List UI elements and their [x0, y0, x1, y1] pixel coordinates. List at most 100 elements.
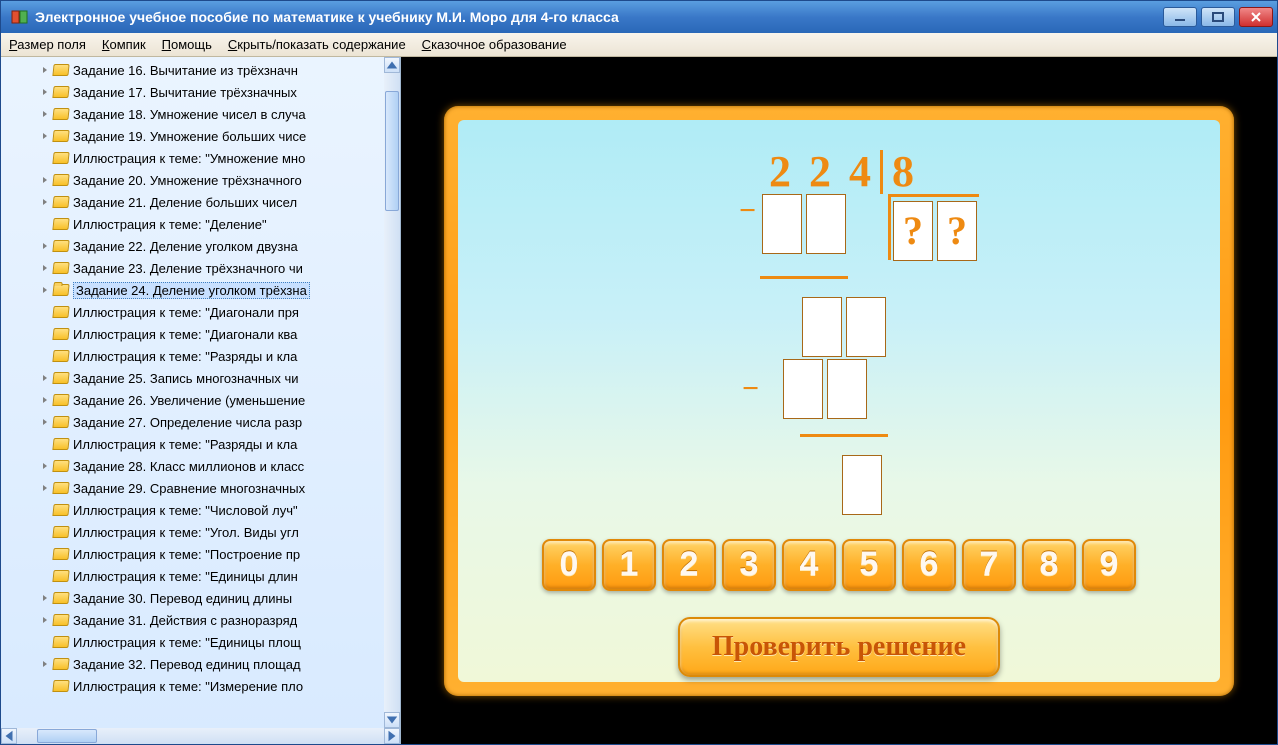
numpad-7[interactable]: 7: [962, 539, 1016, 591]
hscroll-track[interactable]: [17, 728, 384, 744]
tree-expand-arrow[interactable]: [39, 460, 51, 472]
tree-expand-arrow[interactable]: [39, 372, 51, 384]
tree-item[interactable]: Задание 31. Действия с разноразряд: [31, 609, 400, 631]
tree-expand-arrow[interactable]: [39, 416, 51, 428]
tree-item[interactable]: Задание 29. Сравнение многозначных: [31, 477, 400, 499]
tree-item[interactable]: Иллюстрация к теме: "Построение пр: [31, 543, 400, 565]
tree-expand-arrow[interactable]: [39, 64, 51, 76]
scroll-up-button[interactable]: [384, 57, 400, 73]
tree-item[interactable]: Задание 21. Деление больших чисел: [31, 191, 400, 213]
tree-item[interactable]: Задание 28. Класс миллионов и класс: [31, 455, 400, 477]
tree-item-label: Задание 22. Деление уголком двузна: [73, 239, 298, 254]
vscroll-thumb[interactable]: [385, 91, 399, 211]
numpad-8[interactable]: 8: [1022, 539, 1076, 591]
final-remainder-box[interactable]: [842, 455, 882, 515]
tree-item[interactable]: Иллюстрация к теме: "Разряды и кла: [31, 345, 400, 367]
tree-item[interactable]: Иллюстрация к теме: "Измерение пло: [31, 675, 400, 697]
numpad-6[interactable]: 6: [902, 539, 956, 591]
tree-expand-arrow[interactable]: [39, 262, 51, 274]
tree-expand-arrow[interactable]: [39, 614, 51, 626]
tree-item[interactable]: Задание 27. Определение числа разр: [31, 411, 400, 433]
app-icon: [11, 8, 29, 26]
tree-item[interactable]: Иллюстрация к теме: "Числовой луч": [31, 499, 400, 521]
tree-expand-arrow[interactable]: [39, 108, 51, 120]
tree-expand-arrow[interactable]: [39, 174, 51, 186]
numpad-2[interactable]: 2: [662, 539, 716, 591]
folder-icon: [52, 152, 69, 164]
tree-item[interactable]: Задание 26. Увеличение (уменьшение: [31, 389, 400, 411]
numpad-9[interactable]: 9: [1082, 539, 1136, 591]
menu-help[interactable]: Помощь: [162, 37, 212, 52]
step2-product-box-1[interactable]: [783, 359, 823, 419]
tree-expand-arrow[interactable]: [39, 284, 51, 296]
tree-item[interactable]: Иллюстрация к теме: "Разряды и кла: [31, 433, 400, 455]
tree-item-label: Задание 24. Деление уголком трёхзна: [73, 282, 310, 299]
tree-expand-arrow[interactable]: [39, 240, 51, 252]
tree-item[interactable]: Задание 22. Деление уголком двузна: [31, 235, 400, 257]
tree-item[interactable]: Задание 25. Запись многозначных чи: [31, 367, 400, 389]
maximize-button[interactable]: [1201, 7, 1235, 27]
tree-item[interactable]: Задание 32. Перевод единиц площад: [31, 653, 400, 675]
tree-item-label: Задание 27. Определение числа разр: [73, 415, 302, 430]
folder-icon: [52, 438, 69, 450]
window-controls: [1163, 7, 1273, 27]
tree-expand-arrow[interactable]: [39, 658, 51, 670]
scroll-right-button[interactable]: [384, 728, 400, 744]
menu-kompik[interactable]: Компик: [102, 37, 146, 52]
step1-box-1[interactable]: [762, 194, 802, 254]
tree-expand-arrow[interactable]: [39, 86, 51, 98]
tree-item[interactable]: Иллюстрация к теме: "Деление": [31, 213, 400, 235]
tree-item[interactable]: Иллюстрация к теме: "Умножение мно: [31, 147, 400, 169]
tree-item[interactable]: Иллюстрация к теме: "Единицы площ: [31, 631, 400, 653]
folder-icon: [52, 548, 69, 560]
numpad-4[interactable]: 4: [782, 539, 836, 591]
quotient-box-2[interactable]: ?: [937, 201, 977, 261]
step2-remainder-box-1[interactable]: [802, 297, 842, 357]
tree-item[interactable]: Задание 30. Перевод единиц длины: [31, 587, 400, 609]
tree-expand-arrow[interactable]: [39, 592, 51, 604]
step2-product-box-2[interactable]: [827, 359, 867, 419]
check-solution-button[interactable]: Проверить решение: [678, 617, 1000, 677]
tree-expand-arrow: [39, 504, 51, 516]
step1-box-2[interactable]: [806, 194, 846, 254]
tree-item[interactable]: Задание 17. Вычитание трёхзначных: [31, 81, 400, 103]
close-button[interactable]: [1239, 7, 1273, 27]
tree-vscrollbar[interactable]: [384, 57, 400, 728]
tree-item[interactable]: Задание 19. Умножение больших чисе: [31, 125, 400, 147]
vscroll-track[interactable]: [384, 73, 400, 712]
tree-item-label: Иллюстрация к теме: "Разряды и кла: [73, 349, 297, 364]
tree-hscrollbar[interactable]: [1, 728, 400, 744]
tree-item[interactable]: Задание 18. Умножение чисел в случа: [31, 103, 400, 125]
menu-toggle-toc[interactable]: Скрыть/показать содержание: [228, 37, 406, 52]
tree-expand-arrow[interactable]: [39, 482, 51, 494]
numpad-3[interactable]: 3: [722, 539, 776, 591]
sidebar: Задание 16. Вычитание из трёхзначнЗадани…: [1, 57, 401, 744]
tree-expand-arrow[interactable]: [39, 394, 51, 406]
numpad-5[interactable]: 5: [842, 539, 896, 591]
folder-icon: [52, 196, 69, 208]
tree-expand-arrow[interactable]: [39, 196, 51, 208]
menu-field-size[interactable]: Размер поля: [9, 37, 86, 52]
step2-remainder-box-2[interactable]: [846, 297, 886, 357]
tree-item[interactable]: Задание 20. Умножение трёхзначного: [31, 169, 400, 191]
tree-item[interactable]: Иллюстрация к теме: "Диагонали ква: [31, 323, 400, 345]
tree-item[interactable]: Задание 23. Деление трёхзначного чи: [31, 257, 400, 279]
quotient-box-1[interactable]: ?: [893, 201, 933, 261]
tree-item[interactable]: Задание 24. Деление уголком трёхзна: [31, 279, 400, 301]
tree-item-label: Задание 29. Сравнение многозначных: [73, 481, 305, 496]
numpad-1[interactable]: 1: [602, 539, 656, 591]
minimize-button[interactable]: [1163, 7, 1197, 27]
numpad-0[interactable]: 0: [542, 539, 596, 591]
scroll-left-button[interactable]: [1, 728, 17, 744]
tree-item[interactable]: Задание 16. Вычитание из трёхзначн: [31, 59, 400, 81]
tree-item[interactable]: Иллюстрация к теме: "Диагонали пря: [31, 301, 400, 323]
hscroll-thumb[interactable]: [37, 729, 97, 743]
tree-item[interactable]: Иллюстрация к теме: "Единицы длин: [31, 565, 400, 587]
step2-underline: [800, 434, 888, 437]
menu-fairy-edu[interactable]: Сказочное образование: [422, 37, 567, 52]
scroll-down-button[interactable]: [384, 712, 400, 728]
tree-item-label: Задание 20. Умножение трёхзначного: [73, 173, 302, 188]
tree-item[interactable]: Иллюстрация к теме: "Угол. Виды угл: [31, 521, 400, 543]
tree-expand-arrow[interactable]: [39, 130, 51, 142]
tree-expand-arrow: [39, 218, 51, 230]
